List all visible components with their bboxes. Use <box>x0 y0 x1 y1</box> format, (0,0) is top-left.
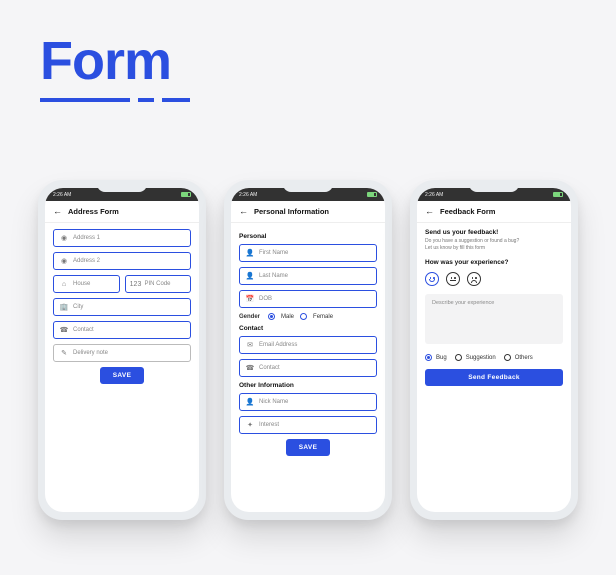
screen-title: Address Form <box>68 207 119 216</box>
email-field[interactable]: ✉ Email Address <box>239 336 377 354</box>
send-feedback-button[interactable]: Send Feedback <box>425 369 563 386</box>
section-contact: Contact <box>239 325 377 332</box>
gender-label: Gender <box>239 314 260 320</box>
appbar: ← Feedback Form <box>417 201 571 223</box>
house-field[interactable]: ⌂ House <box>53 275 120 293</box>
section-personal: Personal <box>239 233 377 240</box>
contact-field[interactable]: ☎ Contact <box>53 321 191 339</box>
delivery-note-field[interactable]: ✎ Delivery note <box>53 344 191 362</box>
battery-icon <box>367 192 377 197</box>
screen-title: Personal Information <box>254 207 329 216</box>
city-placeholder: City <box>73 304 83 310</box>
appbar: ← Personal Information <box>231 201 385 223</box>
home-icon: ⌂ <box>60 280 68 288</box>
contact-placeholder: Contact <box>73 327 94 333</box>
phone-personal: 2:26 AM ← Personal Information Personal … <box>224 180 392 520</box>
lastname-placeholder: Last Name <box>259 273 288 279</box>
dob-field[interactable]: 📅 DOB <box>239 290 377 308</box>
star-icon: ✦ <box>246 421 254 429</box>
note-placeholder: Delivery note <box>73 350 108 356</box>
nick-placeholder: Nick Name <box>259 399 288 405</box>
cat-others[interactable]: Others <box>504 354 533 361</box>
emoji-happy[interactable] <box>425 272 439 286</box>
pincode-field[interactable]: 123 PIN Code <box>125 275 192 293</box>
back-icon[interactable]: ← <box>425 207 434 216</box>
radio-others[interactable] <box>504 354 511 361</box>
firstname-placeholder: First Name <box>259 250 288 256</box>
emoji-sad[interactable] <box>467 272 481 286</box>
location-icon: ◉ <box>60 234 68 242</box>
email-placeholder: Email Address <box>259 342 297 348</box>
interest-placeholder: Interest <box>259 422 279 428</box>
status-time: 2:26 AM <box>239 192 257 198</box>
firstname-field[interactable]: 👤 First Name <box>239 244 377 262</box>
phone-icon: ☎ <box>246 364 254 372</box>
lastname-field[interactable]: 👤 Last Name <box>239 267 377 285</box>
battery-icon <box>553 192 563 197</box>
address2-placeholder: Address 2 <box>73 258 100 264</box>
person-icon: 👤 <box>246 398 254 406</box>
calendar-icon: 📅 <box>246 295 254 303</box>
pin-placeholder: PIN Code <box>145 281 171 287</box>
phone-feedback: 2:26 AM ← Feedback Form Send us your fee… <box>410 180 578 520</box>
radio-female[interactable] <box>300 313 307 320</box>
dob-placeholder: DOB <box>259 296 272 302</box>
person-icon: 👤 <box>246 249 254 257</box>
radio-suggestion[interactable] <box>455 354 462 361</box>
page-heading: Form <box>40 30 171 92</box>
back-icon[interactable]: ← <box>53 207 62 216</box>
radio-bug[interactable] <box>425 354 432 361</box>
status-time: 2:26 AM <box>53 192 71 198</box>
cat-bug[interactable]: Bug <box>425 354 447 361</box>
phone-address: 2:26 AM ← Address Form ◉ Address 1 ◉ Add… <box>38 180 206 520</box>
gender-row: Gender Male Female <box>239 313 377 320</box>
nickname-field[interactable]: 👤 Nick Name <box>239 393 377 411</box>
status-time: 2:26 AM <box>425 192 443 198</box>
screen-title: Feedback Form <box>440 207 495 216</box>
interest-field[interactable]: ✦ Interest <box>239 416 377 434</box>
section-other: Other Information <box>239 382 377 389</box>
city-field[interactable]: 🏢 City <box>53 298 191 316</box>
heading-underline <box>40 98 190 102</box>
phone-mockups: 2:26 AM ← Address Form ◉ Address 1 ◉ Add… <box>0 180 616 520</box>
address1-field[interactable]: ◉ Address 1 <box>53 229 191 247</box>
pin-icon: 123 <box>132 280 140 288</box>
email-icon: ✉ <box>246 341 254 349</box>
save-button[interactable]: SAVE <box>286 439 330 456</box>
feedback-heading: Send us your feedback! <box>425 229 563 236</box>
experience-textarea[interactable]: Describe your experience <box>425 294 563 344</box>
experience-question: How was your experience? <box>425 259 563 266</box>
house-placeholder: House <box>73 281 90 287</box>
person-icon: 👤 <box>246 272 254 280</box>
location-icon: ◉ <box>60 257 68 265</box>
address1-placeholder: Address 1 <box>73 235 100 241</box>
male-label: Male <box>281 314 294 320</box>
textarea-placeholder: Describe your experience <box>432 300 494 306</box>
save-button[interactable]: SAVE <box>100 367 144 384</box>
note-icon: ✎ <box>60 349 68 357</box>
contact2-placeholder: Contact <box>259 365 280 371</box>
back-icon[interactable]: ← <box>239 207 248 216</box>
battery-icon <box>181 192 191 197</box>
emoji-row <box>425 272 563 286</box>
contact2-field[interactable]: ☎ Contact <box>239 359 377 377</box>
city-icon: 🏢 <box>60 303 68 311</box>
phone-icon: ☎ <box>60 326 68 334</box>
feedback-sub: Do you have a suggestion or found a bug?… <box>425 238 563 251</box>
appbar: ← Address Form <box>45 201 199 223</box>
radio-male[interactable] <box>268 313 275 320</box>
female-label: Female <box>313 314 333 320</box>
category-row: Bug Suggestion Others <box>425 354 563 361</box>
emoji-neutral[interactable] <box>446 272 460 286</box>
cat-suggestion[interactable]: Suggestion <box>455 354 496 361</box>
address2-field[interactable]: ◉ Address 2 <box>53 252 191 270</box>
